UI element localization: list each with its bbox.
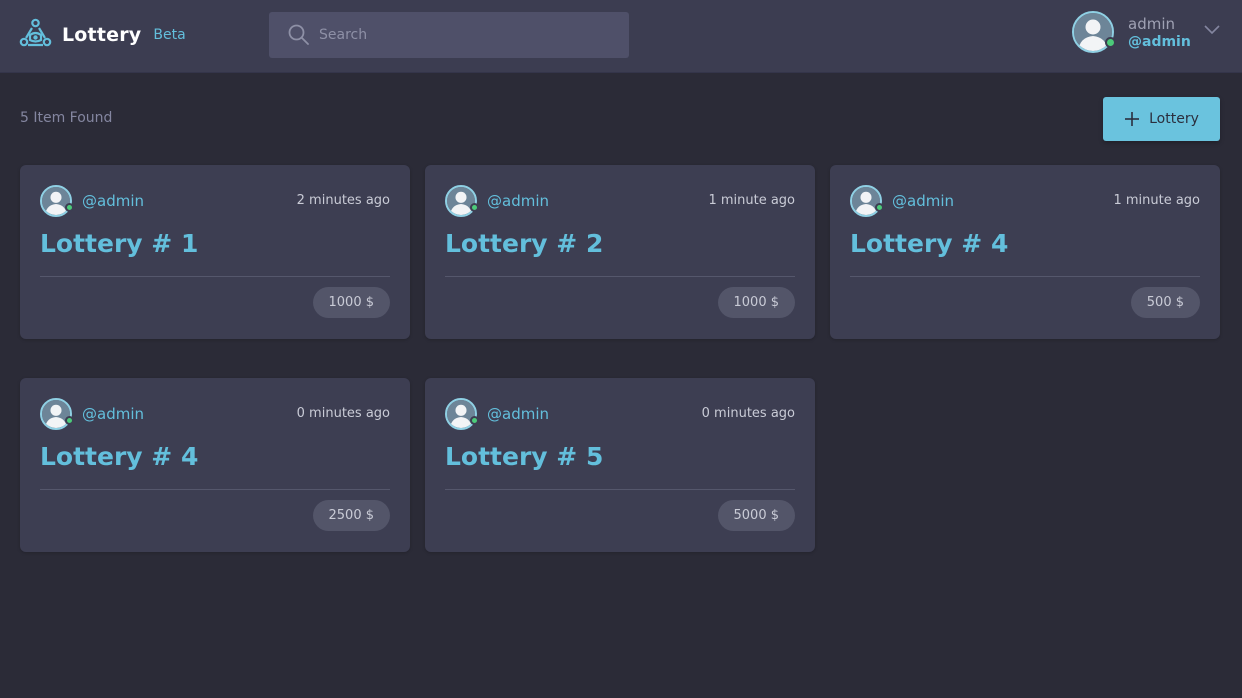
card-timestamp: 2 minutes ago	[296, 193, 390, 208]
card-divider	[445, 276, 795, 277]
online-status-dot	[470, 416, 479, 425]
card-title[interactable]: Lottery # 1	[40, 229, 198, 258]
brand[interactable]: Lottery Beta	[19, 18, 186, 51]
online-status-dot	[875, 203, 884, 212]
card-avatar[interactable]	[850, 185, 882, 217]
app-name: Lottery	[62, 23, 142, 46]
card-price-badge: 5000 $	[717, 500, 795, 531]
online-status-dot	[65, 416, 74, 425]
online-status-dot	[65, 203, 74, 212]
online-status-dot	[1105, 37, 1116, 48]
card-author-handle[interactable]: @admin	[487, 405, 549, 423]
search-icon	[288, 24, 309, 45]
item-count: 5 Item Found	[20, 110, 113, 126]
user-handle: @admin	[1128, 34, 1191, 50]
card-avatar[interactable]	[40, 398, 72, 430]
card-title[interactable]: Lottery # 5	[445, 442, 603, 471]
search-box[interactable]	[269, 12, 629, 58]
card-divider	[850, 276, 1200, 277]
user-menu[interactable]: admin @admin	[1072, 11, 1232, 55]
user-name: admin	[1128, 15, 1175, 33]
card-divider	[40, 489, 390, 490]
card-timestamp: 0 minutes ago	[701, 406, 795, 421]
card-price-badge: 1000 $	[312, 287, 390, 318]
chevron-down-icon[interactable]	[1204, 23, 1220, 35]
lottery-card[interactable]: @admin 1 minute ago Lottery # 4 500 $	[830, 165, 1220, 339]
search-input[interactable]	[319, 12, 619, 58]
card-timestamp: 0 minutes ago	[296, 406, 390, 421]
card-avatar[interactable]	[40, 185, 72, 217]
card-title[interactable]: Lottery # 2	[445, 229, 603, 258]
lottery-card[interactable]: @admin 0 minutes ago Lottery # 5 5000 $	[425, 378, 815, 552]
lottery-card[interactable]: @admin 1 minute ago Lottery # 2 1000 $	[425, 165, 815, 339]
card-title[interactable]: Lottery # 4	[850, 229, 1008, 258]
card-price-badge: 1000 $	[717, 287, 795, 318]
card-title[interactable]: Lottery # 4	[40, 442, 198, 471]
lottery-card[interactable]: @admin 0 minutes ago Lottery # 4 2500 $	[20, 378, 410, 552]
add-lottery-label: Lottery	[1149, 111, 1199, 127]
card-avatar[interactable]	[445, 185, 477, 217]
lottery-logo-icon	[19, 18, 52, 47]
card-author-handle[interactable]: @admin	[892, 192, 954, 210]
card-divider	[445, 489, 795, 490]
card-timestamp: 1 minute ago	[1113, 193, 1200, 208]
card-author-handle[interactable]: @admin	[82, 405, 144, 423]
card-divider	[40, 276, 390, 277]
card-price-badge: 2500 $	[312, 500, 390, 531]
lottery-card[interactable]: @admin 2 minutes ago Lottery # 1 1000 $	[20, 165, 410, 339]
card-avatar[interactable]	[445, 398, 477, 430]
beta-badge: Beta	[153, 26, 186, 43]
online-status-dot	[470, 203, 479, 212]
card-timestamp: 1 minute ago	[708, 193, 795, 208]
card-price-badge: 500 $	[1130, 287, 1200, 318]
card-author-handle[interactable]: @admin	[82, 192, 144, 210]
plus-icon	[1125, 112, 1140, 126]
card-author-handle[interactable]: @admin	[487, 192, 549, 210]
add-lottery-button[interactable]: Lottery	[1103, 97, 1220, 141]
top-bar: Lottery Beta admin @admin	[0, 0, 1242, 73]
